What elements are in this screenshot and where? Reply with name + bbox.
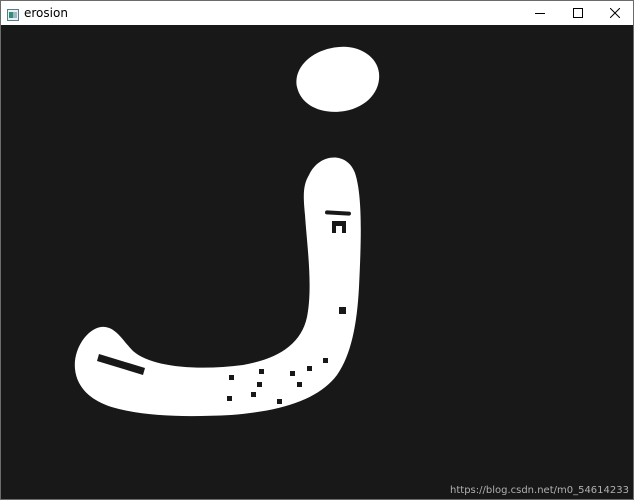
app-icon bbox=[7, 6, 19, 21]
maximize-button[interactable] bbox=[559, 1, 596, 25]
title-bar[interactable]: erosion bbox=[1, 1, 633, 25]
image-window: erosion https://blog.csdn.net/m0_5461423… bbox=[0, 0, 634, 500]
close-button[interactable] bbox=[596, 1, 633, 25]
close-icon bbox=[609, 8, 620, 18]
minimize-button[interactable] bbox=[521, 1, 558, 25]
image-canvas: https://blog.csdn.net/m0_54614233 bbox=[1, 25, 633, 499]
minimize-icon bbox=[534, 8, 545, 18]
maximize-icon bbox=[572, 8, 583, 18]
glyph-image bbox=[74, 46, 380, 417]
watermark-text: https://blog.csdn.net/m0_54614233 bbox=[450, 485, 629, 496]
glyph-stem bbox=[74, 157, 361, 417]
window-title: erosion bbox=[24, 6, 68, 20]
glyph-dot bbox=[296, 46, 380, 112]
